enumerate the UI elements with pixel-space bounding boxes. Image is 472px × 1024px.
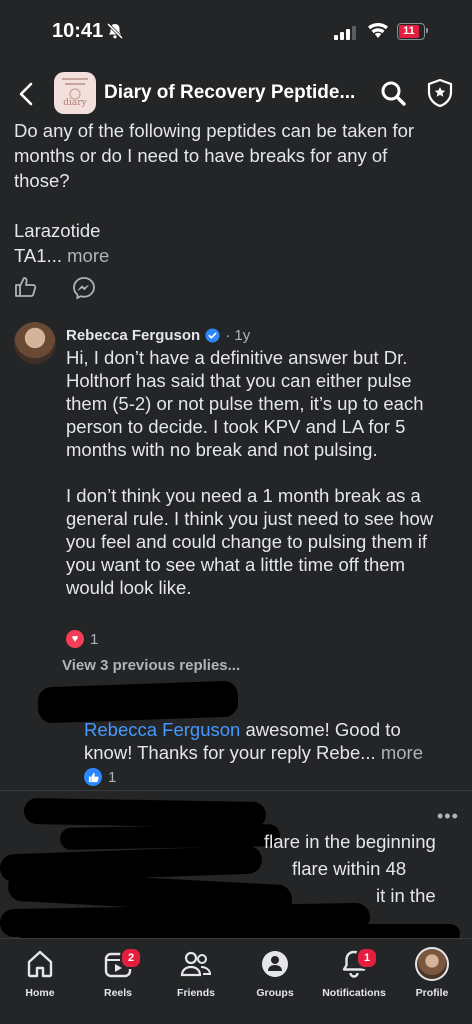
home-icon [27, 950, 53, 978]
comment-paragraph-2: I don’t think you need a 1 month break a… [66, 485, 434, 598]
comment-reaction-count: 1 [90, 630, 99, 648]
post-question: Do any of the following peptides can be … [14, 120, 415, 191]
comment-header: Rebecca Ferguson · 1y [66, 327, 250, 344]
tab-profile-label: Profile [415, 987, 449, 999]
tab-profile[interactable]: Profile [392, 947, 472, 999]
reply-see-more-link[interactable]: more [381, 742, 423, 763]
status-time: 10:41 [52, 20, 104, 42]
post-truncated-text: TA1... [14, 245, 62, 266]
bell-off-icon [106, 22, 124, 40]
comment-body: Hi, I don’t have a definitive answer but… [66, 346, 456, 622]
cellular-signal-icon [334, 26, 356, 40]
friends-icon [180, 951, 212, 977]
comment-reactions[interactable]: ♥ 1 [66, 630, 98, 648]
profile-avatar [415, 947, 449, 981]
redacted-next-author [23, 797, 267, 829]
post-body: Do any of the following peptides can be … [14, 118, 444, 268]
tab-home-label: Home [25, 987, 55, 999]
battery-level: 11 [399, 25, 419, 38]
group-avatar[interactable]: diary [54, 72, 96, 114]
post-divider [0, 790, 472, 791]
tab-friends-label: Friends [177, 987, 215, 999]
reels-badge: 2 [120, 947, 142, 969]
tab-notifications-label: Notifications [322, 987, 386, 999]
post-see-more-link[interactable]: more [67, 245, 109, 266]
back-chevron-icon[interactable] [16, 80, 38, 108]
post-spacer [14, 193, 444, 218]
tab-groups-label: Groups [256, 987, 294, 999]
more-options-icon[interactable]: ••• [437, 806, 459, 827]
tab-friends[interactable]: Friends [156, 947, 236, 999]
bottom-tab-bar: Home 2 Reels Friends Groups 1 Notificati… [0, 938, 472, 1024]
groups-icon [262, 951, 288, 977]
group-title[interactable]: Diary of Recovery Peptide... [104, 82, 355, 104]
tab-reels[interactable]: 2 Reels [78, 947, 158, 999]
group-avatar-text: diary [63, 98, 87, 108]
reply-reaction-count: 1 [108, 768, 117, 786]
commenter-name[interactable]: Rebecca Ferguson [66, 327, 200, 344]
comment-paragraph-1: Hi, I don’t have a definitive answer but… [66, 347, 424, 460]
heart-reaction-icon: ♥ [66, 630, 84, 648]
reply-body: Rebecca Ferguson awesome! Good to know! … [84, 718, 444, 764]
messenger-icon[interactable] [72, 276, 96, 300]
post-line-truncated: TA1... more [14, 243, 444, 268]
tab-reels-label: Reels [103, 987, 133, 999]
like-reaction-icon [84, 768, 102, 786]
post-line-larazotide: Larazotide [14, 220, 101, 241]
admin-shield-icon[interactable] [426, 78, 454, 108]
tab-home[interactable]: Home [0, 947, 80, 999]
reply-reactions[interactable]: 1 [84, 768, 116, 786]
notifications-badge: 1 [356, 947, 378, 969]
battery-indicator: 11 [397, 23, 425, 40]
wifi-icon [368, 22, 388, 38]
battery-cap [426, 28, 428, 33]
reply-mention[interactable]: Rebecca Ferguson [84, 719, 240, 740]
commenter-avatar[interactable] [14, 322, 56, 364]
view-previous-replies-link[interactable]: View 3 previous replies... [62, 657, 240, 674]
post-actions [14, 276, 96, 300]
tab-notifications[interactable]: 1 Notifications [314, 947, 394, 999]
comment-time: · 1y [225, 327, 251, 344]
tab-groups[interactable]: Groups [235, 947, 315, 999]
like-thumb-icon[interactable] [14, 276, 38, 298]
verified-badge-icon [205, 328, 220, 343]
search-icon[interactable] [380, 80, 406, 106]
